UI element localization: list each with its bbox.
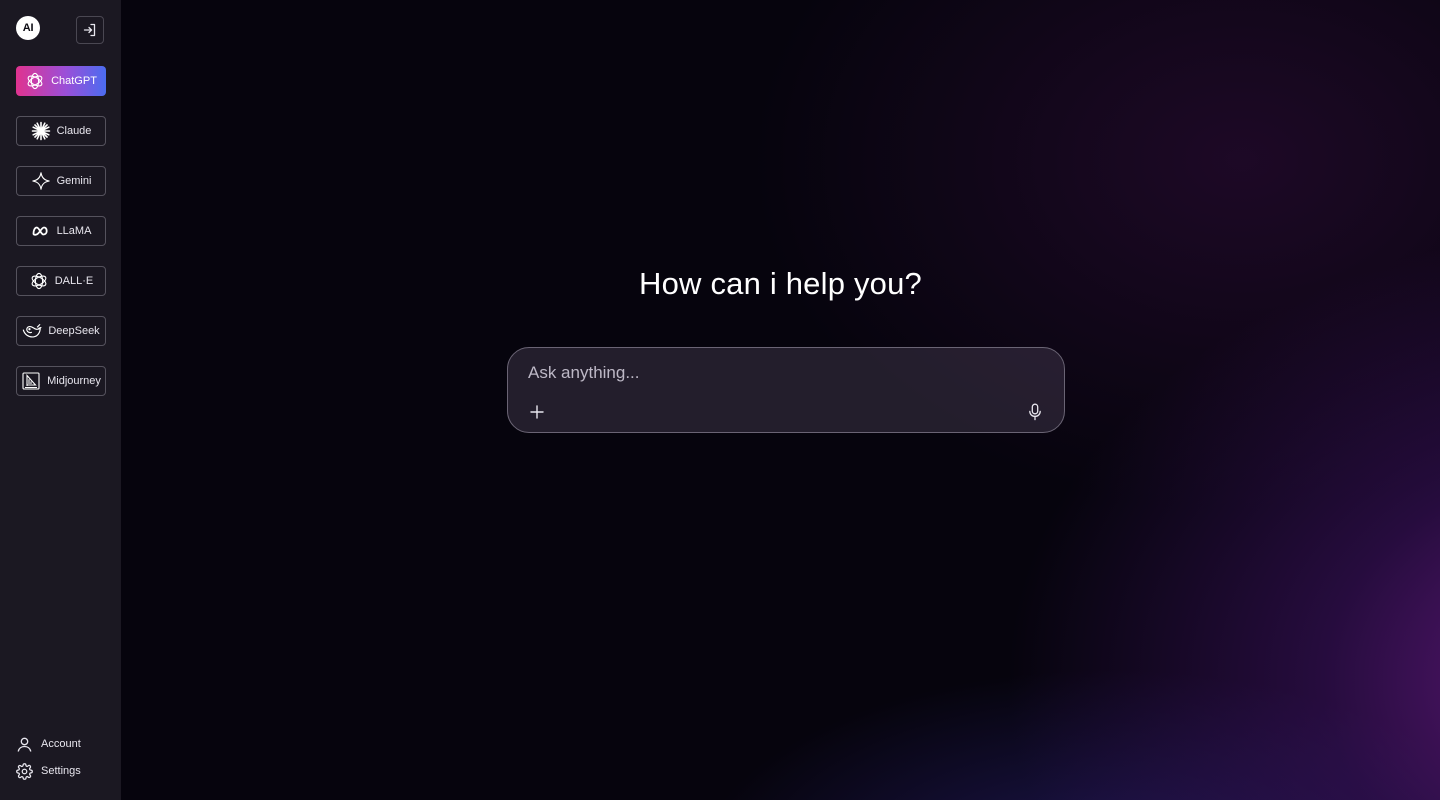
model-label: DALL·E — [54, 275, 94, 287]
model-button-deepseek[interactable]: DeepSeek — [16, 316, 106, 346]
midjourney-sail-icon — [21, 371, 41, 391]
collapse-sidebar-button[interactable] — [76, 16, 104, 44]
account-link[interactable]: Account — [16, 734, 116, 754]
openai-icon — [29, 271, 49, 291]
plus-icon — [530, 405, 544, 419]
meta-infinity-icon — [31, 221, 51, 241]
prompt-input[interactable] — [526, 360, 1030, 386]
model-button-claude[interactable]: Claude — [16, 116, 106, 146]
sidebar: AI ChatGPT Claude Gemini LLaMA DALL·E De… — [0, 0, 121, 800]
gear-icon — [16, 762, 33, 780]
user-icon — [17, 737, 32, 752]
microphone-icon — [1029, 403, 1041, 421]
account-label: Account — [41, 738, 81, 750]
attach-button[interactable] — [528, 403, 546, 421]
prompt-box — [507, 347, 1065, 433]
sidebar-footer: Account Settings — [16, 734, 116, 788]
sign-in-icon — [83, 23, 96, 37]
model-button-llama[interactable]: LLaMA — [16, 216, 106, 246]
page-title: How can i help you? — [639, 266, 922, 301]
main-area: How can i help you? — [121, 0, 1440, 800]
model-list: ChatGPT Claude Gemini LLaMA DALL·E DeepS… — [16, 66, 106, 416]
settings-label: Settings — [41, 765, 81, 777]
model-label: Claude — [56, 125, 92, 137]
model-button-gemini[interactable]: Gemini — [16, 166, 106, 196]
model-button-chatgpt[interactable]: ChatGPT — [16, 66, 106, 96]
openai-icon — [25, 71, 45, 91]
deepseek-whale-icon — [22, 321, 42, 341]
model-button-dalle[interactable]: DALL·E — [16, 266, 106, 296]
model-label: Midjourney — [47, 375, 101, 387]
gemini-sparkle-icon — [31, 171, 51, 191]
model-label: LLaMA — [56, 225, 92, 237]
claude-sunburst-icon — [31, 121, 51, 141]
app-root: AI ChatGPT Claude Gemini LLaMA DALL·E De… — [0, 0, 1440, 800]
model-label: Gemini — [56, 175, 92, 187]
model-button-midjourney[interactable]: Midjourney — [16, 366, 106, 396]
model-label: DeepSeek — [48, 325, 100, 337]
voice-input-button[interactable] — [1026, 403, 1044, 421]
model-label: ChatGPT — [51, 75, 97, 87]
settings-link[interactable]: Settings — [16, 761, 116, 781]
brand-logo: AI — [16, 16, 40, 40]
